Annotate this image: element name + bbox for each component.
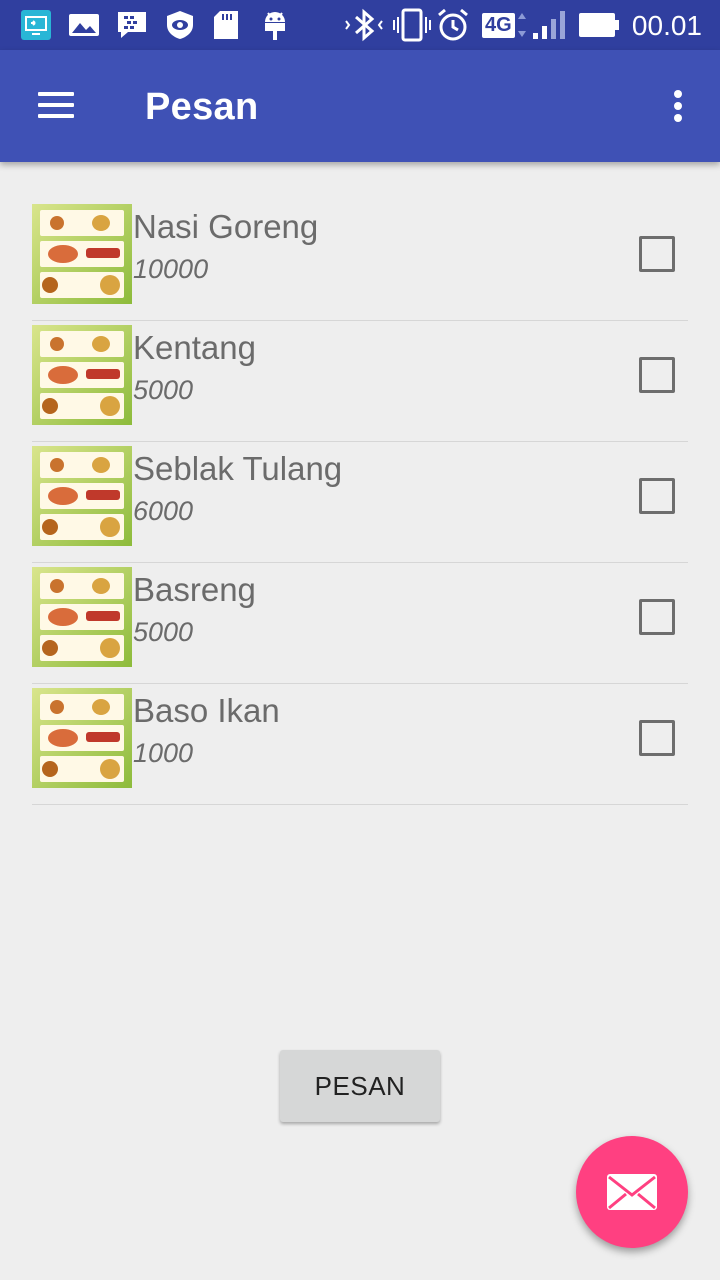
- food-banner-thumbnail: [32, 446, 132, 546]
- alarm-icon: [436, 8, 470, 41]
- food-banner-thumbnail: [32, 688, 132, 788]
- food-banner-thumbnail: [32, 567, 132, 667]
- bluetooth-icon: [342, 8, 386, 42]
- mail-icon: [607, 1174, 657, 1210]
- food-banner-thumbnail: [32, 204, 132, 304]
- item-checkbox[interactable]: [639, 357, 675, 393]
- menu-list: Nasi Goreng 10000 Kentang 5000 Seblak Tu…: [32, 200, 688, 805]
- sd-card-icon: [212, 9, 240, 41]
- list-item[interactable]: Baso Ikan 1000: [32, 684, 688, 805]
- network-4g-icon: 4G: [482, 9, 527, 41]
- item-checkbox[interactable]: [639, 478, 675, 514]
- item-checkbox[interactable]: [639, 599, 675, 635]
- item-price: 6000: [133, 496, 194, 526]
- food-banner-thumbnail: [32, 325, 132, 425]
- eye-icon: [164, 9, 196, 41]
- item-name: Basreng: [133, 571, 256, 608]
- more-vert-icon[interactable]: [666, 86, 690, 126]
- list-item[interactable]: Kentang 5000: [32, 321, 688, 442]
- list-item[interactable]: Basreng 5000: [32, 563, 688, 684]
- status-time: 00.01: [631, 10, 702, 41]
- network-type-label: 4G: [482, 12, 515, 38]
- gallery-icon: [68, 9, 100, 41]
- item-price: 10000: [133, 254, 209, 284]
- item-name: Kentang: [133, 329, 256, 366]
- hamburger-menu-icon[interactable]: [28, 84, 84, 128]
- page-title: Pesan: [145, 86, 259, 128]
- item-name: Seblak Tulang: [133, 450, 343, 487]
- app-bar: Pesan: [0, 50, 720, 162]
- list-item[interactable]: Seblak Tulang 6000: [32, 442, 688, 563]
- signal-icon: [532, 9, 566, 41]
- item-checkbox[interactable]: [639, 720, 675, 756]
- item-checkbox[interactable]: [639, 236, 675, 272]
- order-button[interactable]: PESAN: [280, 1050, 440, 1122]
- item-price: 5000: [133, 617, 194, 647]
- vibrate-icon: [392, 8, 432, 42]
- list-item[interactable]: Nasi Goreng 10000: [32, 200, 688, 321]
- screen-mirror-icon: [20, 9, 52, 41]
- android-debug-icon: [260, 9, 290, 41]
- item-name: Nasi Goreng: [133, 208, 319, 245]
- mail-fab-button[interactable]: [576, 1136, 688, 1248]
- item-price: 1000: [133, 738, 194, 768]
- bbm-icon: [116, 9, 148, 41]
- battery-icon: [578, 9, 620, 41]
- item-price: 5000: [133, 375, 194, 405]
- item-name: Baso Ikan: [133, 692, 280, 729]
- status-bar: 4G 00.01: [0, 0, 720, 50]
